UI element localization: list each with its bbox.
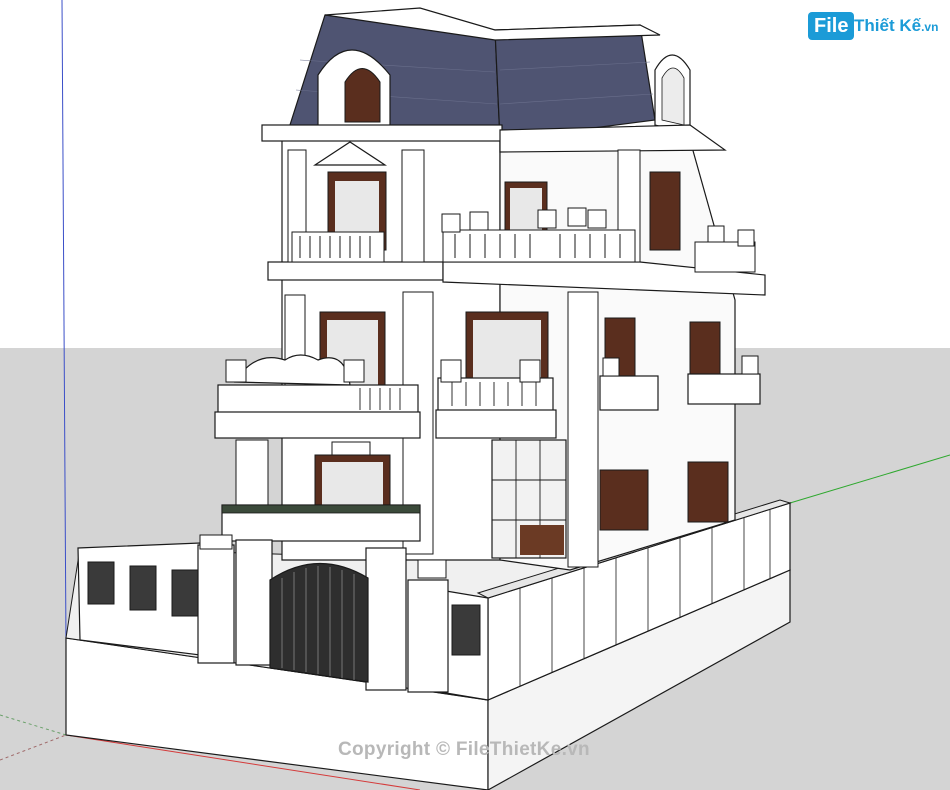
balcony-f2-right2 [687, 373, 761, 405]
glass-curtain-interior [520, 525, 564, 555]
fence-panel-1 [87, 561, 115, 605]
logo-text-main: Thiết Kế [854, 16, 922, 35]
window-f3-mid-glass [510, 188, 542, 236]
column-f1-1 [235, 439, 269, 511]
entrance-window-glass [322, 462, 383, 510]
fence-panel-2 [129, 565, 157, 611]
floor3-band-left [267, 261, 444, 281]
window-f1-right2 [687, 461, 729, 523]
window-f2-right2 [689, 321, 721, 379]
copyright-watermark: Copyright © FileThietKe.vn [338, 739, 590, 760]
fence-panel-3 [171, 569, 199, 617]
gate-pillar-4 [407, 579, 449, 693]
window-f1-right [599, 469, 649, 531]
logo-badge: File [808, 12, 855, 40]
gate-pillar-3 [365, 547, 407, 691]
model-viewport[interactable]: File Thiết Kế.vn Copyright © FileThietKe… [0, 0, 950, 790]
logo-suffix: .vn [921, 20, 939, 34]
balustrade-f3-left [291, 231, 385, 263]
red-axis-dashed [0, 734, 67, 761]
dormer-right-inner [661, 67, 685, 126]
column-f3-2 [401, 149, 425, 263]
dormer-left-window [344, 68, 381, 123]
villa-3d-model [0, 0, 950, 790]
green-axis-line [789, 454, 950, 504]
window-f3-right [649, 171, 681, 251]
balcony-f2-right [599, 375, 659, 411]
blue-axis-line [61, 0, 67, 646]
filethietke-logo: File Thiết Kế.vn [808, 12, 940, 42]
pillar-cap-1 [199, 534, 233, 550]
balcony-f2-mid-base [435, 409, 557, 439]
gate-pillar-1 [197, 544, 235, 664]
pillar-cap-2 [417, 559, 447, 579]
green-axis-dashed [0, 714, 67, 736]
iron-gate [269, 562, 369, 683]
logo-text: Thiết Kế.vn [854, 15, 938, 38]
roof-right [494, 24, 656, 141]
gate-pillar-2 [235, 539, 273, 666]
column-f2-3 [567, 291, 599, 568]
cornice-top-right [499, 124, 727, 153]
entrance-canopy-top [221, 504, 421, 514]
balcony-f2-left-base [214, 411, 421, 439]
balcony-f2-left-crest [233, 354, 351, 386]
fence-panel-4 [451, 604, 481, 656]
cornice-top-left [261, 124, 503, 142]
